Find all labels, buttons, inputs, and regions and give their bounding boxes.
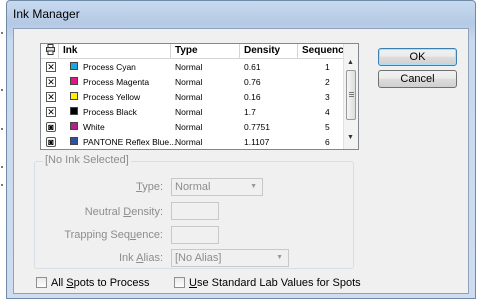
table-row[interactable]: ✕ Process Magenta Normal 0.76 2 (41, 74, 344, 89)
ink-type: Normal (175, 107, 203, 117)
ink-density: 0.61 (244, 62, 261, 72)
printer-icon[interactable] (46, 44, 55, 58)
scroll-up-icon[interactable]: ▲ (347, 59, 354, 66)
type-value: Normal (175, 181, 211, 193)
ink-name: PANTONE Reflex Blue... (83, 137, 177, 147)
ink-manager-dialog: Ink Manager Ink Type Density Sequence ✕ (6, 0, 476, 299)
ink-type: Normal (175, 122, 203, 132)
all-spots-to-process-checkbox[interactable]: All Spots to Process (36, 277, 149, 289)
ink-rows: ✕ Process Cyan Normal 0.61 1 ✕ Process M… (41, 59, 344, 149)
table-row[interactable]: ◙ PANTONE Reflex Blue... Normal 1.1107 6 (41, 134, 344, 149)
process-ink-icon[interactable]: ✕ (46, 92, 56, 102)
vertical-scrollbar[interactable]: ▲ ▼ (343, 44, 358, 149)
ink-type: Normal (175, 62, 203, 72)
table-row[interactable]: ◙ White Normal 0.7751 5 (41, 119, 344, 134)
ink-list-header: Ink Type Density Sequence (41, 44, 349, 59)
ink-density: 0.76 (244, 77, 261, 87)
ink-sequence: 4 (325, 107, 330, 117)
group-label: [No Ink Selected] (43, 154, 131, 166)
table-row[interactable]: ✕ Process Black Normal 1.7 4 (41, 104, 344, 119)
ink-name: Process Black (83, 107, 137, 117)
dialog-body: Ink Type Density Sequence ✕ Process Cyan… (13, 28, 469, 294)
process-ink-icon[interactable]: ✕ (46, 107, 56, 117)
ink-swatch (70, 107, 78, 115)
ink-name: Process Cyan (83, 62, 136, 72)
type-label: Type: (136, 181, 163, 193)
checkbox-box[interactable] (36, 277, 47, 288)
trapping-sequence-label: Trapping Sequence: (64, 229, 163, 241)
spot-ink-icon[interactable]: ◙ (46, 137, 56, 147)
chevron-down-icon: ▼ (276, 254, 283, 261)
ink-density: 0.16 (244, 92, 261, 102)
ink-list[interactable]: Ink Type Density Sequence ✕ Process Cyan… (40, 43, 359, 150)
ink-alias-dropdown[interactable]: [No Alias] ▼ (171, 249, 289, 267)
column-header-type[interactable]: Type (175, 45, 198, 56)
type-dropdown[interactable]: Normal ▼ (171, 178, 263, 196)
ink-swatch (70, 137, 78, 145)
ink-density: 1.1107 (244, 137, 270, 147)
ink-alias-label: Ink Alias: (118, 252, 163, 264)
neutral-density-field[interactable] (171, 202, 219, 220)
ok-button[interactable]: OK (378, 48, 457, 66)
ink-swatch (70, 77, 78, 85)
ink-swatch (70, 62, 78, 70)
ink-name: Process Magenta (83, 77, 150, 87)
ink-type: Normal (175, 92, 203, 102)
ink-details-group: [No Ink Selected] Type: Normal ▼ Neutral… (34, 154, 354, 269)
ink-swatch (70, 92, 78, 100)
process-ink-icon[interactable]: ✕ (46, 62, 56, 72)
ink-sequence: 5 (325, 122, 330, 132)
ink-density: 0.7751 (244, 122, 270, 132)
ink-sequence: 6 (325, 137, 330, 147)
use-standard-lab-values-checkbox[interactable]: Use Standard Lab Values for Spots (174, 277, 361, 289)
scrollbar-thumb[interactable] (346, 70, 356, 120)
column-header-density[interactable]: Density (244, 45, 280, 56)
process-ink-icon[interactable]: ✕ (46, 77, 56, 87)
title-bar[interactable]: Ink Manager (7, 1, 475, 27)
ink-swatch (70, 122, 78, 130)
ink-sequence: 3 (325, 92, 330, 102)
ink-sequence: 1 (325, 62, 330, 72)
ink-density: 1.7 (244, 107, 256, 117)
spot-ink-icon[interactable]: ◙ (46, 122, 56, 132)
ink-sequence: 2 (325, 77, 330, 87)
table-row[interactable]: ✕ Process Cyan Normal 0.61 1 (41, 59, 344, 74)
ink-type: Normal (175, 77, 203, 87)
ink-type: Normal (175, 137, 203, 147)
ink-alias-value: [No Alias] (175, 252, 222, 264)
chevron-down-icon: ▼ (250, 183, 257, 190)
trapping-sequence-field[interactable] (171, 226, 219, 244)
dialog-title: Ink Manager (13, 7, 80, 21)
neutral-density-label: Neutral Density: (84, 206, 163, 218)
checkbox-box[interactable] (174, 277, 185, 288)
ink-name: Process Yellow (83, 92, 141, 102)
ink-name: White (83, 122, 105, 132)
table-row[interactable]: ✕ Process Yellow Normal 0.16 3 (41, 89, 344, 104)
column-header-ink[interactable]: Ink (63, 45, 77, 56)
cancel-button[interactable]: Cancel (378, 70, 457, 88)
scroll-down-icon[interactable]: ▼ (347, 134, 354, 141)
